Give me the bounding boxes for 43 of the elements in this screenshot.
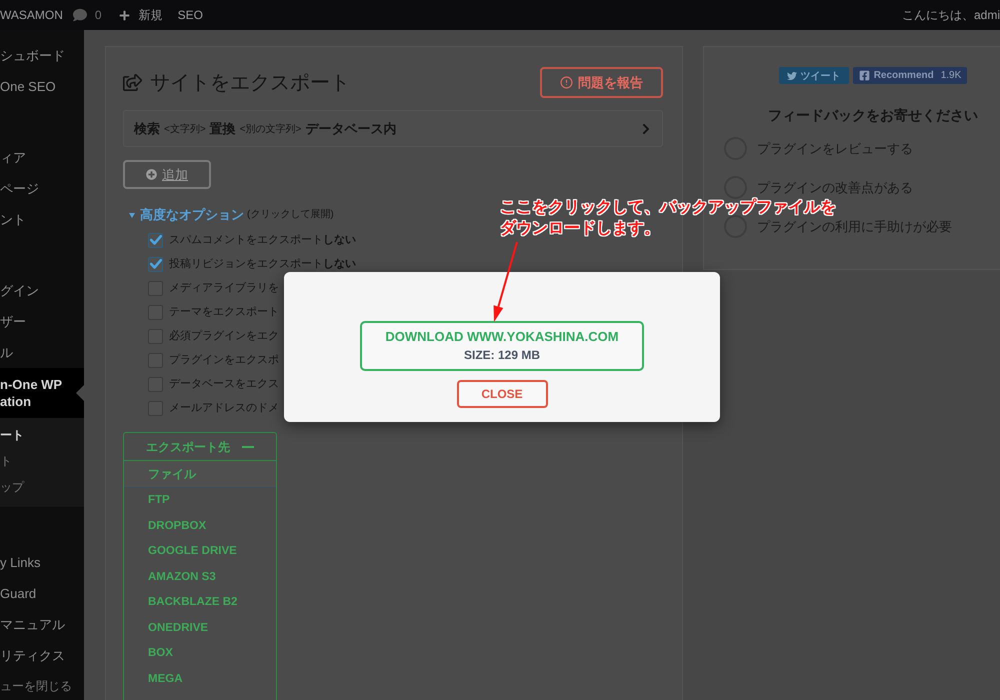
speech-bubble-icon[interactable] <box>72 8 87 22</box>
collapse-menu-link[interactable]: ューを閉じる <box>0 671 84 700</box>
sidebar-item[interactable]: ィア <box>0 142 84 173</box>
seo-menu-link[interactable]: SEO <box>178 7 203 23</box>
annotation-text: ここをクリックして、バックアップファイルを <box>500 200 836 215</box>
checkbox[interactable] <box>148 232 163 248</box>
bird-icon <box>786 70 797 80</box>
chevron-right-icon <box>640 122 652 134</box>
submenu-item[interactable]: ト <box>0 448 84 474</box>
advanced-options-link[interactable]: 高度なオプション <box>140 207 244 223</box>
site-name[interactable]: WASAMON <box>0 7 63 23</box>
export-icon <box>123 73 142 92</box>
checkbox[interactable] <box>148 256 163 272</box>
sidebar-item[interactable]: y Links <box>0 547 84 578</box>
recommend-button[interactable]: Recommend 1.9K <box>852 67 968 84</box>
exclamation-circle-icon <box>560 76 573 89</box>
checkmark-icon <box>150 235 162 245</box>
greeting[interactable]: こんにちは、admi <box>902 7 1000 23</box>
sidebar-item[interactable]: ル <box>0 337 84 368</box>
comment-count: 0 <box>94 7 102 23</box>
sidebar-item[interactable]: マニュアル <box>0 609 84 640</box>
submenu-item[interactable]: ップ <box>0 474 84 500</box>
sidebar-item[interactable]: リティクス <box>0 640 84 671</box>
sidebar-item[interactable]: n-One WP ation <box>0 368 84 418</box>
download-button[interactable]: DOWNLOAD WWW.YOKASHINA.COM SIZE: 129 MB <box>360 321 644 371</box>
f-letter-icon <box>858 70 870 81</box>
tweet-button[interactable]: ツイート <box>778 67 849 84</box>
sidebar-item[interactable]: ザー <box>0 306 84 337</box>
sidebar-item[interactable]: シュボード <box>0 40 84 71</box>
checkmark-icon <box>150 259 162 269</box>
submenu-item[interactable]: ート <box>0 422 84 448</box>
close-button[interactable]: CLOSE <box>456 380 548 408</box>
sidebar-item[interactable]: グイン <box>0 275 84 306</box>
add-button[interactable]: 追加 <box>123 160 211 189</box>
caret-down-icon[interactable] <box>129 212 135 218</box>
sidebar-item[interactable]: One SEO <box>0 71 84 102</box>
new-link[interactable]: 新規 <box>138 7 163 23</box>
sidebar-item[interactable]: Guard <box>0 578 84 609</box>
sidebar-item[interactable]: ント <box>0 204 84 235</box>
export-destination-title: エクスポート先 <box>146 438 230 454</box>
plus-icon[interactable] <box>118 10 130 20</box>
annotation-text: ダウンロードします。 <box>500 221 660 236</box>
sidebar-item[interactable]: ページ <box>0 173 84 204</box>
